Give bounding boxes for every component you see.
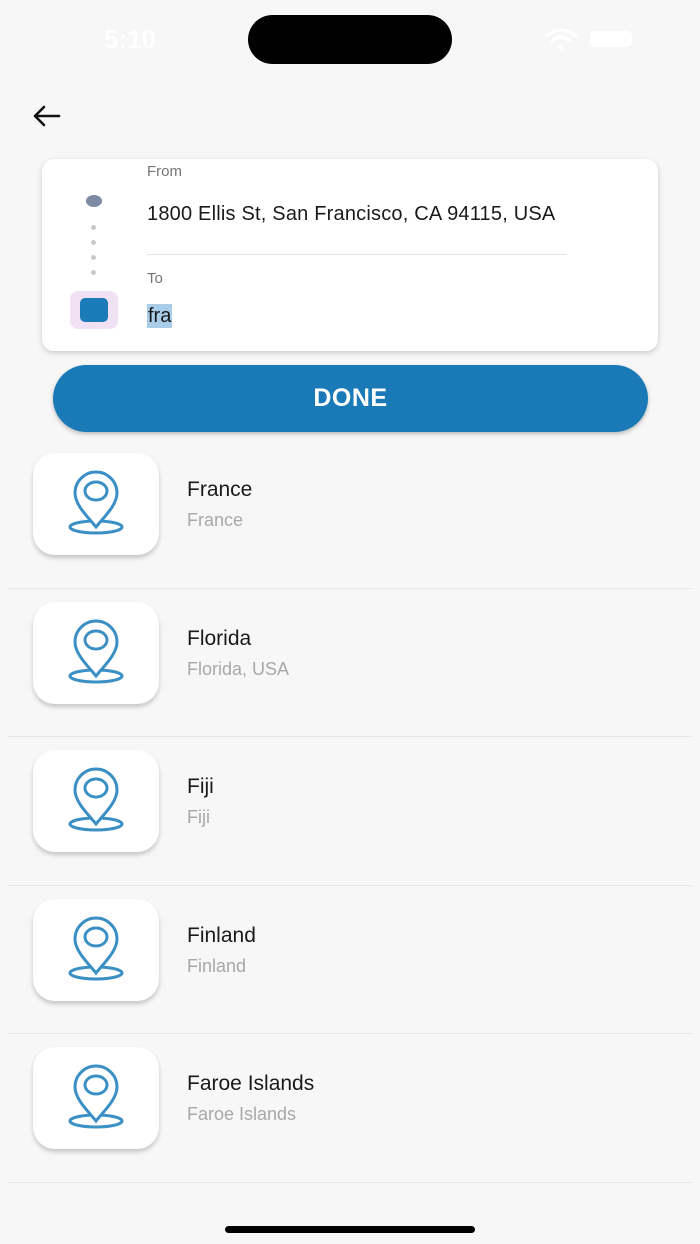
origin-dot-icon bbox=[86, 195, 102, 207]
to-label: To bbox=[147, 270, 163, 287]
result-subtitle: Florida, USA bbox=[187, 658, 290, 679]
result-title: Faroe Islands bbox=[187, 1072, 315, 1095]
location-pin-icon bbox=[68, 1064, 124, 1129]
location-tile bbox=[33, 898, 159, 1001]
status-bar: 5:10 bbox=[0, 0, 700, 80]
to-input-selected-text: fra bbox=[147, 304, 173, 328]
done-button[interactable]: DONE bbox=[53, 365, 648, 432]
row-divider bbox=[8, 1181, 692, 1183]
result-subtitle: Fiji bbox=[187, 807, 210, 827]
result-title: Finland bbox=[187, 923, 256, 947]
location-pin-icon bbox=[68, 767, 124, 832]
location-pin-icon bbox=[68, 916, 124, 980]
field-divider bbox=[147, 254, 567, 255]
result-item[interactable]: France France bbox=[0, 440, 700, 589]
back-arrow-icon bbox=[33, 105, 61, 127]
from-label: From bbox=[147, 163, 182, 180]
result-title: Fiji bbox=[187, 775, 214, 798]
result-subtitle: Finland bbox=[187, 955, 247, 976]
result-item[interactable]: Finland Finland bbox=[0, 886, 700, 1034]
location-tile bbox=[33, 601, 159, 704]
route-card bbox=[42, 159, 658, 351]
wifi-icon bbox=[544, 28, 578, 50]
route-dots bbox=[91, 225, 96, 285]
dynamic-island bbox=[248, 15, 452, 64]
location-pin-icon bbox=[68, 470, 124, 535]
result-subtitle: France bbox=[187, 510, 244, 530]
location-tile bbox=[33, 750, 159, 852]
home-indicator bbox=[225, 1226, 475, 1233]
result-title: Florida bbox=[187, 626, 252, 650]
results-list: France France Florida Florida, USA Fiji … bbox=[0, 440, 700, 1183]
result-item[interactable]: Faroe Islands Faroe Islands bbox=[0, 1034, 700, 1183]
result-subtitle: Faroe Islands bbox=[187, 1104, 297, 1124]
status-time: 5:10 bbox=[104, 24, 157, 54]
location-pin-icon bbox=[68, 619, 124, 683]
destination-marker-icon bbox=[70, 291, 118, 329]
result-item[interactable]: Fiji Fiji bbox=[0, 737, 700, 886]
result-item[interactable]: Florida Florida, USA bbox=[0, 589, 700, 737]
to-input[interactable]: fra bbox=[147, 304, 173, 333]
back-button[interactable] bbox=[26, 98, 66, 134]
result-title: France bbox=[187, 478, 253, 501]
location-tile bbox=[33, 1047, 159, 1149]
from-input[interactable] bbox=[147, 199, 567, 229]
battery-icon bbox=[590, 31, 632, 47]
location-tile bbox=[33, 453, 159, 555]
